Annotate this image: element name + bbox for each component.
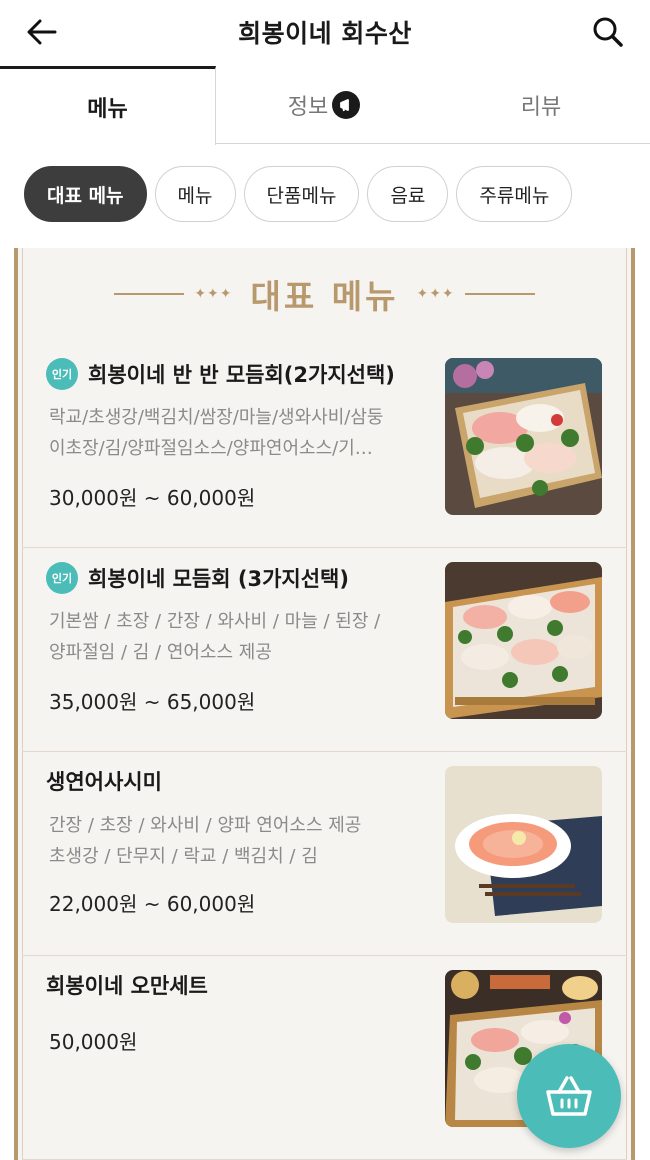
chip-menu[interactable]: 메뉴: [154, 166, 236, 222]
popular-badge: 인기: [46, 358, 78, 390]
menu-item-photo: [445, 766, 602, 923]
menu-item-photo: [445, 562, 602, 719]
menu-item-description: 기본쌈 / 초장 / 간장 / 와사비 / 마늘 / 된장 / 양파절임 / 김…: [49, 606, 434, 668]
section-title: 대표 메뉴: [250, 277, 399, 316]
signature-menu-panel: ✦✦✦ 대표 메뉴 ✦✦✦ 인기 희봉이네 반 반 모듬회(2가지선택) 락교/…: [14, 248, 635, 1160]
shopping-basket-icon: [546, 1076, 592, 1116]
section-header: ✦✦✦ 대표 메뉴 ✦✦✦: [18, 270, 631, 318]
description-line: 기본쌈 / 초장 / 간장 / 와사비 / 마늘 / 된장 /: [49, 611, 381, 632]
chip-single-menu[interactable]: 단품메뉴: [243, 166, 360, 222]
tab-info[interactable]: 정보: [216, 66, 432, 144]
menu-item-name: 희봉이네 반 반 모듬회(2가지선택): [88, 363, 395, 387]
cart-button[interactable]: [517, 1044, 621, 1148]
divider-line-right: [464, 293, 535, 295]
sparkle-icon: ✦✦✦: [194, 286, 233, 302]
tab-info-label: 정보: [287, 95, 329, 120]
tab-bar: 메뉴 정보 리뷰: [0, 66, 650, 145]
sparkle-icon: ✦✦✦: [416, 286, 455, 302]
menu-item-price: 22,000원 ~ 60,000원: [49, 892, 256, 916]
description-line: 이초장/김/양파절임소스/양파연어소스/기…: [49, 438, 373, 459]
tab-menu-label: 메뉴: [87, 97, 128, 122]
megaphone-icon: [332, 91, 361, 119]
menu-item-description: 락교/초생강/백김치/쌈장/마늘/생와사비/삼둥 이초장/김/양파절임소스/양파…: [49, 402, 434, 464]
menu-item[interactable]: 생연어사시미 간장 / 초장 / 와사비 / 양파 연어소스 제공 초생강 / …: [22, 752, 627, 956]
menu-item-name: 희봉이네 오만세트: [46, 974, 208, 998]
menu-item[interactable]: 인기 희봉이네 반 반 모듬회(2가지선택) 락교/초생강/백김치/쌈장/마늘/…: [22, 344, 627, 548]
menu-item-name-row: 생연어사시미: [46, 766, 162, 796]
description-line: 초생강 / 단무지 / 락교 / 백김치 / 김: [49, 846, 318, 867]
divider-line-left: [114, 293, 185, 295]
menu-item[interactable]: 인기 희봉이네 모듬회 (3가지선택) 기본쌈 / 초장 / 간장 / 와사비 …: [22, 548, 627, 752]
menu-item-description: 간장 / 초장 / 와사비 / 양파 연어소스 제공 초생강 / 단무지 / 락…: [49, 810, 434, 872]
description-line: 간장 / 초장 / 와사비 / 양파 연어소스 제공: [49, 815, 362, 836]
search-button[interactable]: [588, 13, 628, 51]
menu-item-price: 50,000원: [49, 1030, 138, 1054]
menu-item-photo: [445, 358, 602, 515]
menu-item-name: 생연어사시미: [46, 770, 162, 794]
chip-drinks[interactable]: 음료: [367, 166, 449, 222]
menu-item-price: 35,000원 ~ 65,000원: [49, 690, 256, 714]
description-line: 양파절임 / 김 / 연어소스 제공: [49, 642, 272, 663]
menu-item-name-row: 인기 희봉이네 반 반 모듬회(2가지선택): [46, 358, 395, 390]
menu-item-name-row: 인기 희봉이네 모듬회 (3가지선택): [46, 562, 349, 594]
chip-alcohol-menu[interactable]: 주류메뉴: [456, 166, 573, 222]
menu-item-price: 30,000원 ~ 60,000원: [49, 486, 256, 510]
search-icon: [593, 17, 623, 47]
description-line: 락교/초생강/백김치/쌈장/마늘/생와사비/삼둥: [49, 407, 384, 428]
tab-menu[interactable]: 메뉴: [0, 66, 216, 145]
tab-review-label: 리뷰: [520, 95, 562, 120]
tab-review[interactable]: 리뷰: [432, 66, 650, 144]
menu-item-name: 희봉이네 모듬회 (3가지선택): [88, 567, 349, 591]
category-chips: 대표 메뉴 메뉴 단품메뉴 음료 주류메뉴: [24, 166, 573, 224]
page-title: 희봉이네 회수산: [238, 19, 412, 48]
menu-item-name-row: 희봉이네 오만세트: [46, 970, 208, 1000]
chip-signature-menu[interactable]: 대표 메뉴: [24, 166, 147, 222]
popular-badge: 인기: [46, 562, 78, 594]
app-header: 희봉이네 회수산: [0, 0, 650, 66]
